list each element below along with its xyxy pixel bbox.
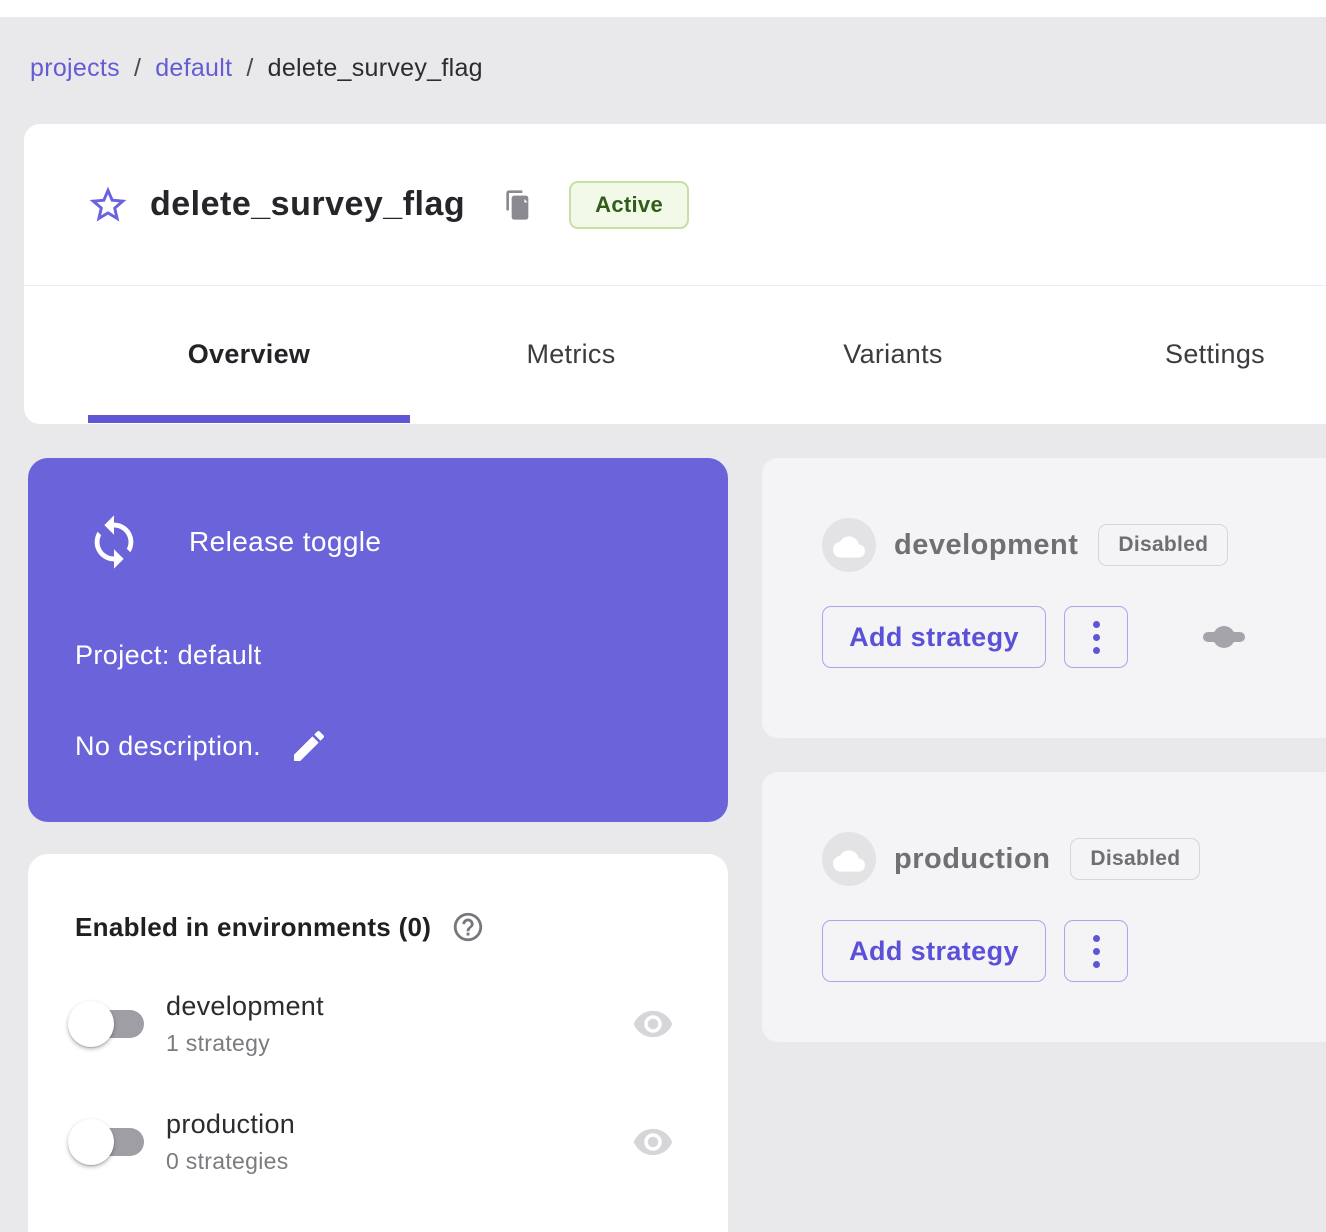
breadcrumb-separator: / (134, 54, 141, 83)
breadcrumb: projects / default / delete_survey_flag (30, 54, 483, 83)
more-options-kebab-button[interactable] (1064, 920, 1128, 982)
more-options-kebab-button[interactable] (1064, 606, 1128, 668)
enabled-environments-title: Enabled in environments (0) (75, 912, 431, 943)
environment-status-chip: Disabled (1070, 838, 1200, 880)
visibility-eye-icon[interactable] (632, 1003, 674, 1045)
production-enable-toggle[interactable] (72, 1126, 144, 1158)
environment-row-production: production 0 strategies (28, 1106, 728, 1178)
page-title: delete_survey_flag (150, 185, 465, 224)
add-strategy-button[interactable]: Add strategy (822, 606, 1046, 668)
flag-header-card: delete_survey_flag Active Overview Metri… (24, 124, 1326, 424)
flag-title-row: delete_survey_flag Active (24, 124, 1326, 286)
breadcrumb-link-default[interactable]: default (155, 54, 232, 83)
environment-card-name: production (894, 843, 1050, 876)
visibility-eye-icon[interactable] (632, 1121, 674, 1163)
environment-name: development (166, 991, 632, 1022)
environment-status-chip: Disabled (1098, 524, 1228, 566)
enabled-environments-card: Enabled in environments (0) development … (28, 854, 728, 1232)
tab-bar: Overview Metrics Variants Settings (24, 286, 1326, 423)
copy-name-icon[interactable] (501, 188, 533, 222)
flag-description: No description. (75, 731, 261, 762)
flag-overview-card: Release toggle Project: default No descr… (28, 458, 728, 822)
tab-overview[interactable]: Overview (88, 339, 410, 370)
strategy-count: 0 strategies (166, 1148, 632, 1175)
edit-description-icon[interactable] (289, 726, 329, 766)
breadcrumb-separator: / (246, 54, 253, 83)
add-strategy-button[interactable]: Add strategy (822, 920, 1046, 982)
environment-avatar (822, 832, 876, 886)
environment-toggle-switch[interactable] (1203, 626, 1245, 648)
favorite-star-icon[interactable] (86, 183, 130, 227)
flag-project-label: Project: default (75, 640, 262, 671)
environment-name: production (166, 1109, 632, 1140)
flag-type-label: Release toggle (189, 526, 381, 558)
development-enable-toggle[interactable] (72, 1008, 144, 1040)
environment-avatar (822, 518, 876, 572)
breadcrumb-current: delete_survey_flag (268, 54, 483, 83)
status-badge: Active (569, 181, 689, 229)
strategy-card-production: production Disabled Add strategy (762, 772, 1326, 1042)
tab-settings[interactable]: Settings (1054, 339, 1326, 370)
cloud-icon (833, 528, 865, 563)
breadcrumb-link-projects[interactable]: projects (30, 54, 120, 83)
strategy-count: 1 strategy (166, 1030, 632, 1057)
environment-card-name: development (894, 529, 1078, 562)
active-tab-indicator (88, 415, 410, 423)
strategy-card-development: development Disabled Add strategy (762, 458, 1326, 738)
tab-variants[interactable]: Variants (732, 339, 1054, 370)
environment-row-development: development 1 strategy (28, 988, 728, 1060)
tab-metrics[interactable]: Metrics (410, 339, 732, 370)
release-toggle-icon (85, 513, 143, 571)
cloud-icon (833, 842, 865, 877)
help-icon[interactable] (451, 910, 485, 944)
